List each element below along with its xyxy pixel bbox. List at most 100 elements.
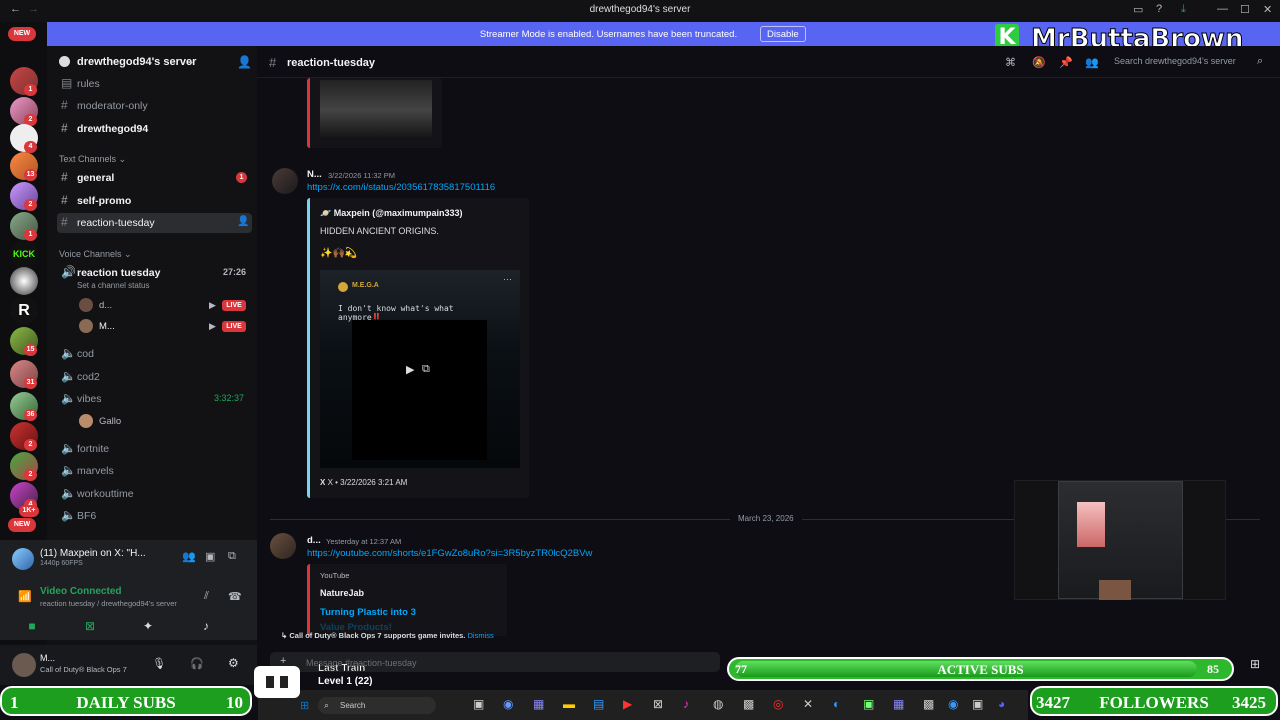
- voice-channel-reaction-tuesday[interactable]: 🔊 reaction tuesday 27:26: [57, 263, 252, 283]
- capcut-icon[interactable]: ⊠: [653, 697, 663, 711]
- voice-channel-vibes[interactable]: 🔈 vibes 3:32:37: [57, 389, 252, 409]
- add-member-icon[interactable]: 👤: [237, 55, 252, 69]
- open-external-icon[interactable]: ⧉: [422, 363, 430, 376]
- message-author[interactable]: d...: [307, 535, 321, 546]
- voice-channel-cod[interactable]: 🔈 cod: [57, 344, 252, 364]
- grid-app-icon[interactable]: ▦: [893, 697, 904, 711]
- voice-channel-path[interactable]: reaction tuesday / drewthegod94's server: [40, 599, 177, 608]
- channel-general[interactable]: # general 1: [57, 168, 252, 188]
- grid-icon[interactable]: ⊞: [1250, 657, 1260, 671]
- channel-reaction-tuesday[interactable]: # reaction-tuesday 👤: [57, 213, 252, 233]
- teams-icon[interactable]: ▦: [533, 697, 544, 711]
- store-icon[interactable]: ▤: [593, 697, 604, 711]
- game-icon[interactable]: ▩: [923, 697, 934, 711]
- voice-channel-cod2[interactable]: 🔈 cod2: [57, 367, 252, 387]
- maximize-icon[interactable]: ☐: [1240, 3, 1250, 16]
- user-icon[interactable]: 👥: [182, 550, 196, 563]
- search-input[interactable]: Search drewthegod94's server: [1114, 56, 1264, 66]
- dismiss-link[interactable]: Dismiss: [467, 631, 493, 640]
- channel-status[interactable]: Set a channel status: [77, 281, 150, 290]
- voice-channel-bf6[interactable]: 🔈 BF6: [57, 506, 252, 526]
- voice-user[interactable]: Gallo: [99, 416, 121, 427]
- members-icon[interactable]: 👥: [1085, 56, 1099, 69]
- microphone-icon[interactable]: 🎙: [152, 657, 166, 670]
- avatar[interactable]: [272, 168, 298, 194]
- popout-icon[interactable]: ⧉: [228, 550, 236, 563]
- activity-title[interactable]: (11) Maxpein on X: "H...: [40, 548, 146, 559]
- download-icon[interactable]: ⤓: [1181, 3, 1186, 16]
- soundboard-button[interactable]: ♪: [184, 616, 228, 636]
- server-name[interactable]: drewthegod94's server: [77, 56, 196, 68]
- channel-self-promo[interactable]: # self-promo: [57, 191, 252, 211]
- task-view-icon[interactable]: ▣: [473, 697, 484, 711]
- voice-channel-workouttime[interactable]: 🔈 workouttime: [57, 484, 252, 504]
- hash-icon: #: [61, 121, 68, 135]
- x-app-icon[interactable]: ✕: [803, 697, 813, 711]
- voice-user[interactable]: d...: [99, 300, 112, 311]
- stream-preview[interactable]: [1014, 480, 1226, 600]
- inbox-icon[interactable]: ▭: [1133, 3, 1143, 16]
- embed-author[interactable]: 🪐 Maxpein (@maximumpain333): [320, 208, 463, 219]
- minimize-icon[interactable]: —: [1217, 3, 1228, 15]
- file-explorer-icon[interactable]: ▬: [563, 697, 575, 711]
- chevron-down-icon[interactable]: ⌄: [187, 56, 195, 67]
- screen-share-button[interactable]: ⊠: [68, 616, 112, 636]
- more-icon[interactable]: ⋯: [503, 274, 512, 285]
- controller-detail: [280, 676, 288, 688]
- cod-bo7-icon[interactable]: ▣: [972, 697, 983, 711]
- app-icon[interactable]: ◎: [773, 697, 783, 711]
- channel-drewthegod94[interactable]: # drewthegod94: [57, 119, 252, 139]
- kick-server-icon[interactable]: KICK: [10, 240, 38, 268]
- embed-video[interactable]: M.E.G.A I don't know what's what anymore…: [320, 270, 520, 468]
- close-icon[interactable]: ✕: [1263, 3, 1272, 16]
- invite-icon[interactable]: 👤: [237, 216, 249, 227]
- message-author[interactable]: N...: [307, 169, 322, 180]
- help-icon[interactable]: ?: [1156, 3, 1162, 15]
- threads-icon[interactable]: ⌘: [1005, 56, 1016, 69]
- server-icon: [59, 56, 70, 67]
- discord-icon[interactable]: ◕: [998, 697, 1005, 711]
- message-link[interactable]: https://x.com/i/status/20356178358175011…: [307, 182, 495, 193]
- activities-button[interactable]: ✦: [126, 616, 170, 636]
- preview-frame: [1058, 481, 1183, 600]
- avatar[interactable]: [270, 533, 296, 559]
- play-icon[interactable]: ▶: [406, 363, 414, 376]
- preview-content: [1099, 580, 1131, 600]
- channel-moderator-only[interactable]: # moderator-only: [57, 96, 252, 116]
- voice-channel-fortnite[interactable]: 🔈 fortnite: [57, 439, 252, 459]
- disable-button[interactable]: Disable: [760, 26, 806, 42]
- nvidia-icon[interactable]: ▣: [863, 697, 874, 711]
- channel-title: reaction-tuesday: [287, 57, 376, 69]
- tiktok-icon[interactable]: ♪: [683, 697, 689, 711]
- voice-status[interactable]: Video Connected: [40, 586, 122, 597]
- voice-timer: 3:32:37: [214, 393, 245, 403]
- headphones-icon[interactable]: 🎧: [190, 657, 204, 670]
- message-link[interactable]: https://youtube.com/shorts/e1FGwZo8uRo?s…: [307, 548, 592, 559]
- screen-icon[interactable]: ▣: [205, 550, 215, 563]
- camera-button[interactable]: ■: [10, 616, 54, 636]
- embed-image[interactable]: [320, 80, 432, 140]
- channel-rules[interactable]: ▤ rules: [57, 74, 252, 94]
- youtube-icon[interactable]: ▶: [623, 697, 632, 711]
- obs-icon[interactable]: ◍: [713, 697, 723, 711]
- copilot-icon[interactable]: ◉: [503, 697, 513, 711]
- pin-icon[interactable]: 📌: [1059, 56, 1073, 69]
- arrow-icon: ↳: [281, 631, 288, 640]
- cod-icon[interactable]: ▩: [743, 697, 754, 711]
- settings-icon[interactable]: ⚙: [228, 656, 239, 670]
- browser-icon[interactable]: ◉: [948, 697, 958, 711]
- disconnect-icon[interactable]: ☎: [228, 590, 242, 603]
- notifications-icon[interactable]: 🔕: [1032, 56, 1046, 69]
- avatar[interactable]: [12, 653, 36, 677]
- server-icon[interactable]: [10, 267, 38, 295]
- r-server-icon[interactable]: R: [10, 297, 38, 325]
- embed-title[interactable]: Turning Plastic into 3: [320, 607, 416, 618]
- avatar: [338, 282, 348, 292]
- voice-channel-marvels[interactable]: 🔈 marvels: [57, 461, 252, 481]
- voice-user[interactable]: M...: [99, 321, 115, 332]
- embed-channel[interactable]: NatureJab: [320, 588, 364, 598]
- text-channels-category[interactable]: Text Channels ⌄: [59, 154, 126, 165]
- voice-channels-category[interactable]: Voice Channels ⌄: [59, 249, 132, 260]
- noise-suppression-icon[interactable]: ⫽: [204, 590, 209, 603]
- edge-icon[interactable]: ◐: [833, 697, 840, 711]
